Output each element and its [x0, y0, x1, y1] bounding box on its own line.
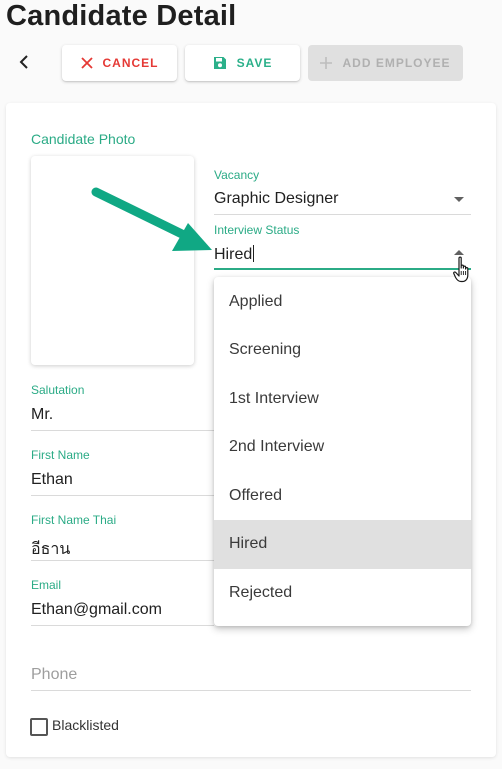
dropdown-option-screening[interactable]: Screening: [214, 326, 471, 375]
first-name-thai-input[interactable]: อีธาน: [31, 537, 70, 562]
phone-underline: [31, 690, 471, 691]
interview-status-value: Hired: [214, 246, 253, 263]
first-name-label: First Name: [31, 448, 90, 462]
text-cursor: [253, 245, 255, 262]
interview-status-select[interactable]: Hired: [214, 245, 255, 264]
blacklisted-label: Blacklisted: [52, 717, 119, 733]
dropdown-option-1st-interview[interactable]: 1st Interview: [214, 375, 471, 424]
chevron-left-icon: [18, 55, 30, 69]
candidate-photo-label: Candidate Photo: [31, 131, 136, 147]
email-underline: [31, 625, 214, 626]
arrow-icon: [91, 187, 212, 251]
interview-status-underline: [214, 268, 471, 270]
salutation-label: Salutation: [31, 383, 85, 397]
caret-down-icon[interactable]: [454, 197, 464, 202]
vacancy-label: Vacancy: [214, 168, 260, 182]
add-employee-button-label: ADD EMPLOYEE: [342, 56, 451, 70]
blacklisted-checkbox[interactable]: [30, 718, 48, 736]
first-name-thai-label: First Name Thai: [31, 513, 117, 527]
save-button[interactable]: SAVE: [185, 45, 300, 81]
dropdown-option-hired[interactable]: Hired: [214, 520, 471, 569]
dropdown-option-applied[interactable]: Applied: [214, 277, 471, 326]
dropdown-option-offered[interactable]: Offered: [214, 472, 471, 521]
back-button[interactable]: [12, 50, 36, 74]
interview-status-label: Interview Status: [214, 223, 300, 237]
cancel-button[interactable]: CANCEL: [62, 45, 177, 81]
add-employee-button[interactable]: ADD EMPLOYEE: [308, 45, 463, 81]
phone-input[interactable]: Phone: [31, 666, 77, 684]
salutation-underline: [31, 430, 214, 431]
dropdown-option-2nd-interview[interactable]: 2nd Interview: [214, 423, 471, 472]
caret-up-icon[interactable]: [454, 250, 464, 255]
first-name-underline: [31, 495, 214, 496]
email-label: Email: [31, 578, 62, 592]
salutation-select[interactable]: Mr.: [31, 406, 53, 424]
hand-pointer-icon: [453, 256, 469, 283]
dropdown-option-rejected[interactable]: Rejected: [214, 569, 471, 618]
vacancy-select[interactable]: Graphic Designer: [214, 190, 339, 208]
page-title: Candidate Detail: [6, 0, 237, 32]
email-input[interactable]: Ethan@gmail.com: [31, 601, 162, 619]
vacancy-underline: [214, 214, 471, 215]
cancel-button-label: CANCEL: [102, 56, 159, 70]
first-name-thai-underline: [31, 560, 214, 561]
close-icon: [80, 57, 93, 69]
interview-status-dropdown: Applied Screening 1st Interview 2nd Inte…: [214, 277, 471, 626]
first-name-input[interactable]: Ethan: [31, 471, 73, 489]
save-button-label: SAVE: [236, 56, 273, 70]
floppy-disk-icon: [213, 56, 227, 70]
plus-icon: [320, 57, 333, 69]
